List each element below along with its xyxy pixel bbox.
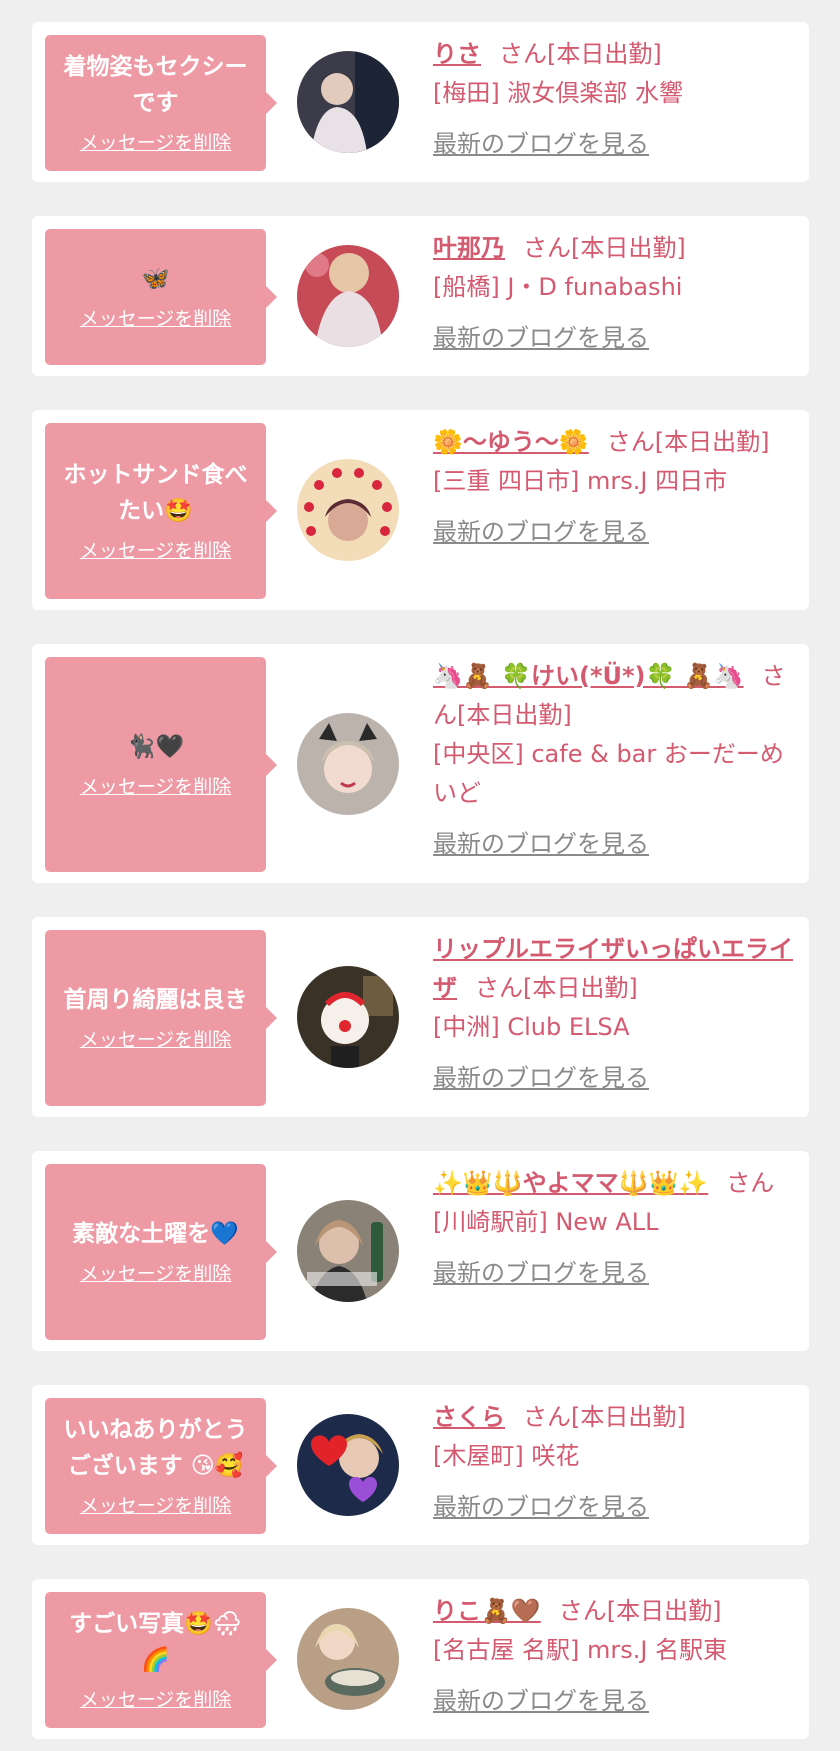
message-card: すごい写真🤩🌧🌈 メッセージを削除 りこ🧸🤎 さん[本日出勤] [名古屋 名駅] mrs… (32, 1579, 809, 1739)
honorific-status: さん[本日出勤] (523, 234, 686, 262)
latest-blog-link[interactable]: 最新のブログを見る (433, 825, 801, 864)
honorific-status: さん (726, 1169, 775, 1197)
message-text: 着物姿もセクシーです (63, 54, 248, 116)
profile-info: リップルエライザいっぱいエライザ さん[本日出勤] [中洲] Club ELSA 最新… (433, 930, 801, 1098)
avatar[interactable] (297, 1414, 399, 1516)
profile-info: 🦄🧸 🍀けい(*Ü*)🍀 🧸🦄 さん[本日出勤] [中央区] cafe & bar … (433, 657, 801, 864)
delete-message-link[interactable]: メッセージを削除 (80, 1260, 232, 1288)
name-line: りさ さん[本日出勤] (433, 35, 801, 74)
store-name: [川崎駅前] New ALL (433, 1208, 659, 1236)
profile-info: さくら さん[本日出勤] [木屋町] 咲花最新のブログを見る (433, 1398, 801, 1527)
store-name: [中央区] cafe & bar おーだーめいど (433, 740, 784, 807)
honorific-status: さん[本日出勤] (606, 428, 770, 456)
message-card: 首周り綺麗は良き メッセージを削除 リップルエライザいっぱいエライザ さん[本日出勤]… (32, 917, 809, 1117)
name-line: 🌼〜ゆう〜🌼 さん[本日出勤] (433, 423, 801, 462)
name-line: さくら さん[本日出勤] (433, 1398, 801, 1437)
message-card: 着物姿もセクシーですメッセージを削除 りさ さん[本日出勤] [梅田] 淑女倶楽部 水… (32, 22, 809, 182)
cast-name-link[interactable]: りさ (433, 40, 481, 68)
message-bubble: すごい写真🤩🌧🌈 メッセージを削除 (45, 1592, 277, 1728)
message-card: 素敵な土曜を💙 メッセージを削除 ✨👑🔱やよママ🔱👑✨ さん [川崎駅前] New AL… (32, 1151, 809, 1351)
message-bubble: 🐈‍⬛🖤 メッセージを削除 (45, 657, 277, 872)
delete-message-link[interactable]: メッセージを削除 (80, 773, 232, 801)
delete-message-link[interactable]: メッセージを削除 (80, 305, 232, 333)
avatar[interactable] (297, 459, 399, 561)
latest-blog-link[interactable]: 最新のブログを見る (433, 1059, 801, 1098)
message-text: 🦋 (141, 266, 170, 292)
message-card: いいねありがとうございます 😘🥰 メッセージを削除 さくら さん[本日出勤] [木屋町]… (32, 1385, 809, 1545)
profile-info: りこ🧸🤎 さん[本日出勤] [名古屋 名駅] mrs.J 名駅東最新のブログを見る (433, 1592, 801, 1721)
honorific-status: さん[本日出勤] (499, 40, 662, 68)
photo-strawberry-frame (297, 459, 399, 561)
message-bubble: 着物姿もセクシーですメッセージを削除 (45, 35, 277, 171)
avatar[interactable] (297, 966, 399, 1068)
message-text: いいねありがとうございます 😘🥰 (63, 1417, 248, 1479)
latest-blog-link[interactable]: 最新のブログを見る (433, 1254, 801, 1293)
message-bubble: 首周り綺麗は良き メッセージを削除 (45, 930, 277, 1106)
message-card: ホットサンド食べたい🤩 メッセージを削除 🌼〜ゆう〜🌼 さん[本日出勤] [三重 四日市… (32, 410, 809, 610)
name-line: リップルエライザいっぱいエライザ さん[本日出勤] (433, 930, 801, 1008)
message-text: 素敵な土曜を💙 (72, 1221, 239, 1247)
message-text: 首周り綺麗は良き (63, 987, 248, 1013)
latest-blog-link[interactable]: 最新のブログを見る (433, 1488, 801, 1527)
profile-info: ✨👑🔱やよママ🔱👑✨ さん [川崎駅前] New ALL 最新のブログを見る (433, 1164, 801, 1293)
avatar[interactable] (297, 1608, 399, 1710)
avatar[interactable] (297, 713, 399, 815)
delete-message-link[interactable]: メッセージを削除 (80, 1026, 232, 1054)
honorific-status: さん[本日出勤] (558, 1597, 722, 1625)
store-name: [木屋町] 咲花 (433, 1442, 580, 1470)
store-name: [中洲] Club ELSA (433, 1013, 630, 1041)
latest-blog-link[interactable]: 最新のブログを見る (433, 513, 801, 552)
avatar[interactable] (297, 245, 399, 347)
name-line: 叶那乃 さん[本日出勤] (433, 229, 801, 268)
avatar[interactable] (297, 51, 399, 153)
delete-message-link[interactable]: メッセージを削除 (80, 129, 232, 157)
cast-name-link[interactable]: りこ🧸🤎 (433, 1597, 541, 1625)
avatar[interactable] (297, 1200, 399, 1302)
photo-kimono-woman (297, 51, 399, 153)
store-name: [梅田] 淑女倶楽部 水響 (433, 79, 683, 107)
message-card: 🐈‍⬛🖤 メッセージを削除 🦄🧸 🍀けい(*Ü*)🍀 🧸🦄 さん[本日出勤] [中央区]… (32, 644, 809, 883)
message-bubble: 素敵な土曜を💙 メッセージを削除 (45, 1164, 277, 1340)
message-bubble: いいねありがとうございます 😘🥰 メッセージを削除 (45, 1398, 277, 1534)
message-text: すごい写真🤩🌧🌈 (69, 1611, 242, 1673)
name-line: ✨👑🔱やよママ🔱👑✨ さん (433, 1164, 801, 1203)
cast-name-link[interactable]: 叶那乃 (433, 234, 505, 262)
delete-message-link[interactable]: メッセージを削除 (80, 1686, 232, 1714)
cast-name-link[interactable]: さくら (433, 1403, 505, 1431)
delete-message-link[interactable]: メッセージを削除 (80, 537, 232, 565)
message-text: 🐈‍⬛🖤 (126, 733, 185, 760)
store-name: [船橋] J・D funabashi (433, 273, 683, 301)
cast-name-link[interactable]: 🦄🧸 🍀けい(*Ü*)🍀 🧸🦄 (433, 662, 744, 690)
message-bubble: 🦋 メッセージを削除 (45, 229, 277, 365)
profile-info: りさ さん[本日出勤] [梅田] 淑女倶楽部 水響最新のブログを見る (433, 35, 801, 164)
cast-name-link[interactable]: ✨👑🔱やよママ🔱👑✨ (433, 1169, 708, 1197)
photo-blurred-woman (297, 245, 399, 347)
message-text: ホットサンド食べたい🤩 (63, 462, 248, 524)
honorific-status: さん[本日出勤] (475, 974, 638, 1002)
photo-cat-ears-girl (297, 713, 399, 815)
latest-blog-link[interactable]: 最新のブログを見る (433, 319, 801, 358)
photo-hearts-selfie (297, 1414, 399, 1516)
photo-woman-with-bottle (297, 1200, 399, 1302)
delete-message-link[interactable]: メッセージを削除 (80, 1492, 232, 1520)
photo-woman-with-bowl (297, 1608, 399, 1710)
photo-clown-mask (297, 966, 399, 1068)
honorific-status: さん[本日出勤] (523, 1403, 686, 1431)
cast-name-link[interactable]: 🌼〜ゆう〜🌼 (433, 428, 589, 456)
profile-info: 叶那乃 さん[本日出勤] [船橋] J・D funabashi 最新のブログを見る (433, 229, 801, 358)
store-name: [名古屋 名駅] mrs.J 名駅東 (433, 1636, 728, 1664)
message-card: 🦋 メッセージを削除 叶那乃 さん[本日出勤] [船橋] J・D funabashi 最新… (32, 216, 809, 376)
name-line: りこ🧸🤎 さん[本日出勤] (433, 1592, 801, 1631)
latest-blog-link[interactable]: 最新のブログを見る (433, 1682, 801, 1721)
profile-info: 🌼〜ゆう〜🌼 さん[本日出勤] [三重 四日市] mrs.J 四日市最新のブログを見… (433, 423, 801, 552)
store-name: [三重 四日市] mrs.J 四日市 (433, 467, 728, 495)
message-bubble: ホットサンド食べたい🤩 メッセージを削除 (45, 423, 277, 599)
latest-blog-link[interactable]: 最新のブログを見る (433, 125, 801, 164)
name-line: 🦄🧸 🍀けい(*Ü*)🍀 🧸🦄 さん[本日出勤] (433, 657, 801, 735)
